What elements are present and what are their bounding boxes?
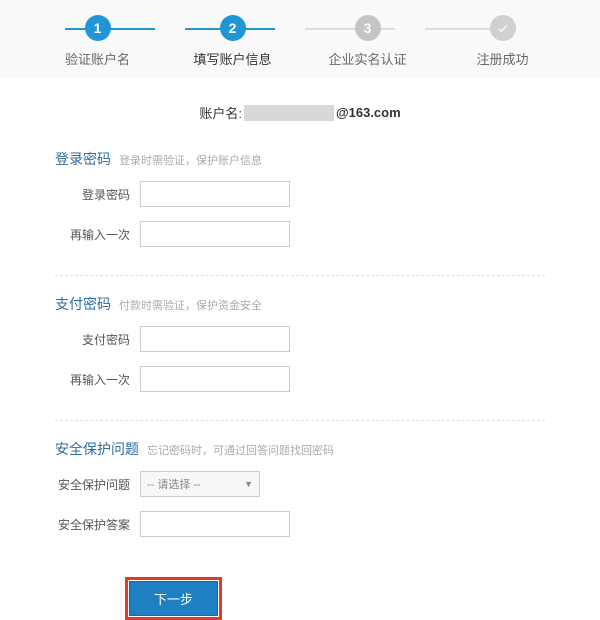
security-answer-label: 安全保护答案	[55, 516, 130, 533]
step-4-label: 注册成功	[435, 49, 570, 68]
step-3: 3 企业实名认证	[300, 15, 435, 68]
pay-pw-label: 支付密码	[55, 331, 130, 348]
step-4: 注册成功	[435, 15, 570, 68]
security-answer-input[interactable]	[140, 511, 290, 537]
chevron-down-icon: ▼	[244, 479, 253, 489]
step-progress: 1 验证账户名 2 填写账户信息 3 企业实名认证 注册成功	[0, 0, 600, 78]
step-1-circle: 1	[85, 15, 111, 41]
security-question-select[interactable]: -- 请选择 -- ▼	[140, 471, 260, 497]
account-display: 账户名: @163.com	[0, 78, 600, 137]
account-label: 账户名:	[199, 103, 242, 122]
step-2-label: 填写账户信息	[165, 49, 300, 68]
pay-password-input[interactable]	[140, 326, 290, 352]
select-placeholder: -- 请选择 --	[147, 476, 201, 492]
step-3-circle: 3	[355, 15, 381, 41]
pay-password-confirm-input[interactable]	[140, 366, 290, 392]
account-domain: @163.com	[336, 105, 401, 120]
login-pw-hint: 登录时需验证，保护账户信息	[119, 152, 262, 168]
login-pw-label: 登录密码	[55, 186, 130, 203]
login-pw-confirm-label: 再输入一次	[55, 226, 130, 243]
security-question-section: 安全保护问题 忘记密码时，可通过回答问题找回密码 安全保护问题 -- 请选择 -…	[0, 427, 600, 559]
account-masked	[244, 105, 334, 121]
login-password-confirm-input[interactable]	[140, 221, 290, 247]
step-3-label: 企业实名认证	[300, 49, 435, 68]
security-title: 安全保护问题	[55, 439, 139, 459]
pay-password-section: 支付密码 付款时需验证，保护资金安全 支付密码 再输入一次	[0, 282, 600, 414]
step-1: 1 验证账户名	[30, 15, 165, 68]
check-icon	[490, 15, 516, 41]
step-2: 2 填写账户信息	[165, 15, 300, 68]
divider	[55, 275, 545, 276]
pay-pw-confirm-label: 再输入一次	[55, 371, 130, 388]
submit-highlight: 下一步	[125, 577, 222, 620]
login-password-input[interactable]	[140, 181, 290, 207]
security-hint: 忘记密码时，可通过回答问题找回密码	[147, 442, 334, 458]
next-step-button[interactable]: 下一步	[129, 581, 218, 616]
step-1-label: 验证账户名	[30, 49, 165, 68]
pay-pw-title: 支付密码	[55, 294, 111, 314]
login-password-section: 登录密码 登录时需验证，保护账户信息 登录密码 再输入一次	[0, 137, 600, 269]
login-pw-title: 登录密码	[55, 149, 111, 169]
step-2-circle: 2	[220, 15, 246, 41]
divider	[55, 420, 545, 421]
pay-pw-hint: 付款时需验证，保护资金安全	[119, 297, 262, 313]
security-question-label: 安全保护问题	[55, 476, 130, 493]
